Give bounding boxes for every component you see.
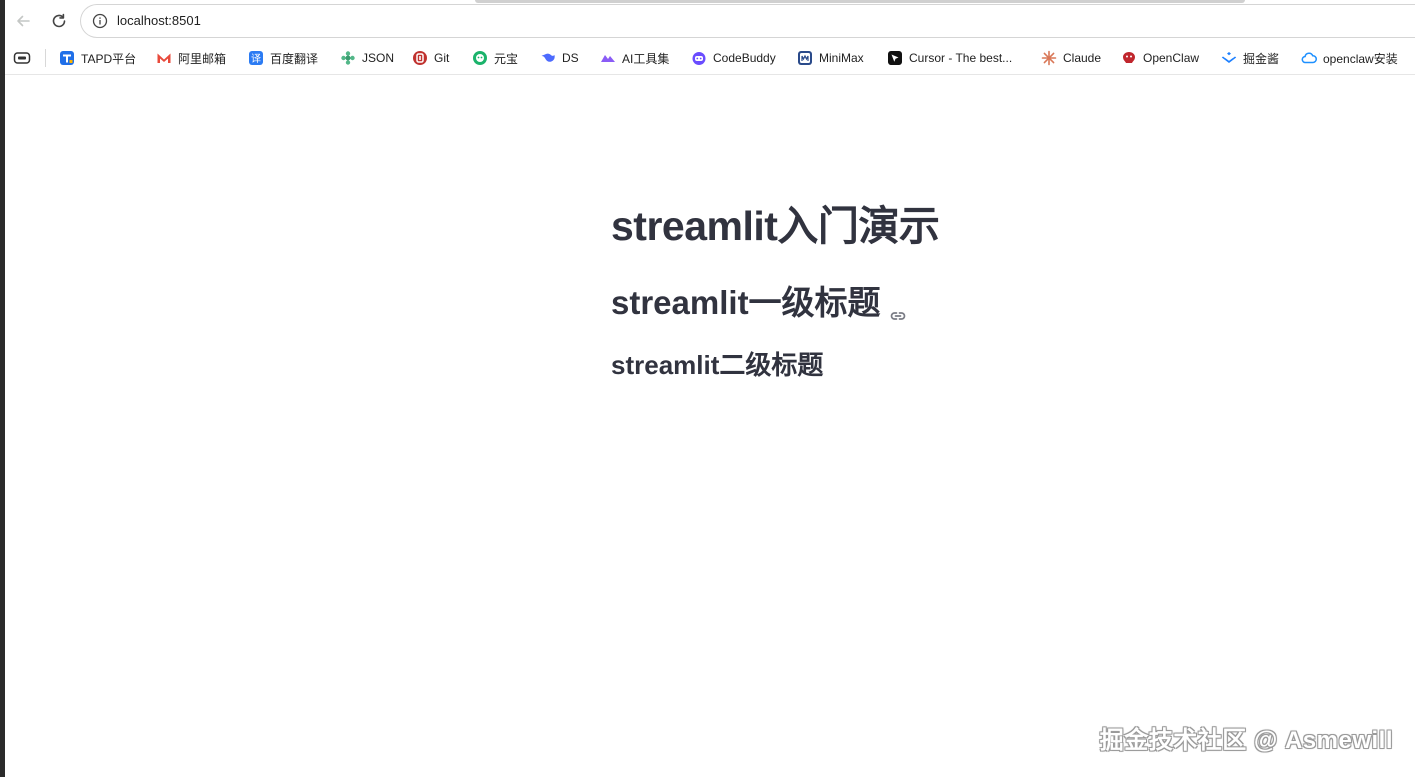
svg-text:译: 译 — [251, 53, 261, 65]
cursor-icon — [887, 50, 903, 66]
openclaw-icon — [1121, 50, 1137, 66]
bookmark-git[interactable]: Git — [412, 48, 449, 68]
json-icon — [340, 50, 356, 66]
reload-icon[interactable] — [47, 9, 71, 33]
watermark: 掘金技术社区 @ Asmewill — [1099, 727, 1393, 754]
url-text[interactable]: localhost:8501 — [117, 13, 201, 28]
back-arrow-icon[interactable] — [11, 9, 35, 33]
page-header: streamlit一级标题 — [611, 276, 907, 324]
minimax-icon — [797, 50, 813, 66]
bookmark-label: MiniMax — [819, 51, 864, 65]
header-text: streamlit一级标题 — [611, 284, 881, 321]
bookmark-minimax[interactable]: MiniMax — [797, 48, 864, 68]
bookmark-openclaw-install[interactable]: openclaw安装 — [1301, 48, 1398, 68]
browser-toolbar: localhost:8501 — [5, 0, 1415, 42]
bookmark-label: 掘金酱 — [1243, 51, 1280, 66]
bookmark-ai-tools[interactable]: AI工具集 — [600, 48, 669, 68]
bookmark-aliyun-mail[interactable]: 阿里邮箱 — [156, 48, 226, 68]
bookmarks-bar: TAPD平台 阿里邮箱 译 百度翻译 JSON Git 元宝 DS AI工具集 … — [5, 42, 1415, 75]
cloud-icon — [1301, 50, 1317, 66]
bookmark-label: 元宝 — [494, 51, 519, 66]
bookmark-label: Claude — [1063, 51, 1102, 65]
anchor-link-icon[interactable] — [889, 295, 907, 320]
bookmarks-separator — [45, 49, 46, 67]
tapd-icon — [59, 50, 75, 66]
bookmark-label: JSON — [362, 51, 395, 65]
bookmark-yuanbao[interactable]: 元宝 — [472, 48, 518, 68]
git-icon — [412, 50, 428, 66]
bookmark-label: Git — [434, 51, 450, 65]
bookmark-label: AI工具集 — [622, 51, 670, 66]
bookmark-baidu-translate[interactable]: 译 百度翻译 — [248, 48, 318, 68]
tab-search-icon[interactable] — [13, 50, 31, 66]
ai-tools-icon — [600, 50, 616, 66]
bookmark-openclaw[interactable]: OpenClaw — [1121, 48, 1199, 68]
bookmark-label: 阿里邮箱 — [178, 51, 227, 66]
bookmark-label: openclaw安装 — [1323, 51, 1398, 66]
baidu-translate-icon: 译 — [248, 50, 264, 66]
bookmark-label: TAPD平台 — [81, 51, 137, 66]
bookmark-tapd[interactable]: TAPD平台 — [59, 48, 136, 68]
deepseek-icon — [540, 50, 556, 66]
claude-icon — [1041, 50, 1057, 66]
bookmark-codebuddy[interactable]: CodeBuddy — [691, 48, 776, 68]
address-bar[interactable]: localhost:8501 — [80, 4, 1415, 38]
juejin-icon — [1221, 50, 1237, 66]
aliyun-mail-icon — [156, 50, 172, 66]
page-title: streamlit入门演示 — [611, 203, 940, 249]
bookmark-ds[interactable]: DS — [540, 48, 579, 68]
streamlit-app: streamlit入门演示 streamlit一级标题 streamlit二级标… — [5, 75, 1415, 777]
bookmark-label: 百度翻译 — [270, 51, 319, 66]
bookmark-label: OpenClaw — [1143, 51, 1200, 65]
tab-strip-edge — [475, 0, 1245, 3]
bookmark-label: DS — [562, 51, 579, 65]
page-subheader: streamlit二级标题 — [611, 350, 824, 380]
browser-window: localhost:8501 TAPD平台 阿里邮箱 译 百度翻译 JSON G… — [0, 0, 1415, 777]
bookmark-cursor[interactable]: Cursor - The best... — [887, 48, 1012, 68]
bookmark-claude[interactable]: Claude — [1041, 48, 1101, 68]
bookmark-label: Cursor - The best... — [909, 51, 1013, 65]
yuanbao-icon — [472, 50, 488, 66]
codebuddy-icon — [691, 50, 707, 66]
bookmark-juejin[interactable]: 掘金酱 — [1221, 48, 1279, 68]
site-info-icon[interactable] — [92, 13, 108, 29]
bookmark-json[interactable]: JSON — [340, 48, 394, 68]
bookmark-label: CodeBuddy — [713, 51, 776, 65]
